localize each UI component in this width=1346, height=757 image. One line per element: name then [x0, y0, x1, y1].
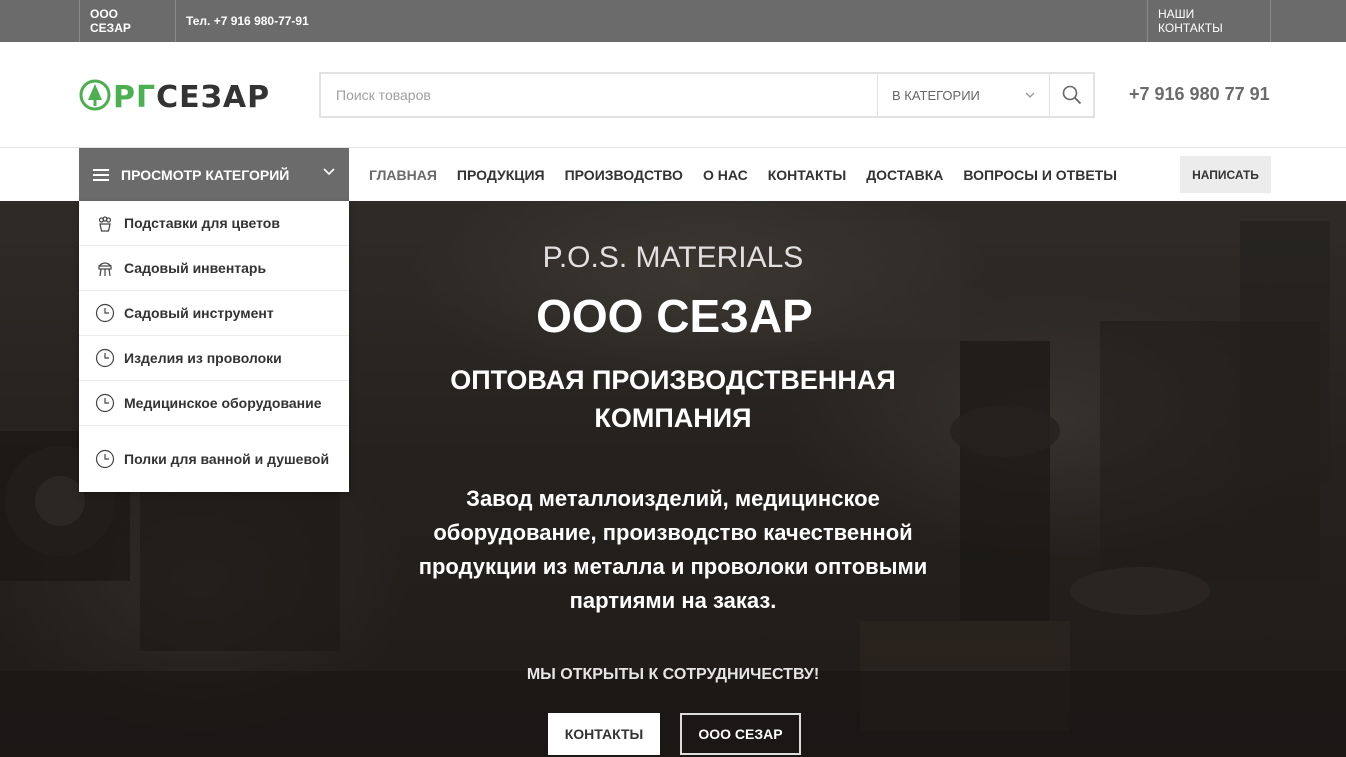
hero-description: Завод металлоизделий, медицинское оборуд… [0, 482, 1346, 618]
nav-item-products[interactable]: ПРОДУКЦИЯ [457, 167, 545, 183]
logo-image: РГСЕЗАР [79, 79, 270, 115]
hero-contacts-button[interactable]: КОНТАКТЫ [548, 713, 660, 755]
flower-pot-icon [98, 216, 112, 232]
top-bar: ООО СЕЗАР Тел. +7 916 980-77-91 НАШИ КОН… [0, 0, 1346, 42]
search-input[interactable] [321, 74, 877, 116]
clock-icon [95, 348, 115, 368]
category-item-label: Садовый инвентарь [124, 260, 267, 276]
search-bar: В КАТЕГОРИИ [319, 72, 1095, 118]
category-item-label: Медицинское оборудование [124, 395, 322, 411]
nav-item-about[interactable]: О НАС [703, 167, 748, 183]
main-nav: ПРОСМОТР КАТЕГОРИЙ ГЛАВНАЯ ПРОДУКЦИЯ ПРО… [0, 148, 1346, 201]
category-item-garden-tools[interactable]: Садовый инструмент [79, 291, 349, 336]
chevron-down-icon [1025, 92, 1035, 98]
garden-tools-icon [98, 262, 112, 277]
search-icon [1062, 85, 1081, 105]
hero-desc-line2: оборудование, производство качественной [433, 520, 913, 545]
nav-item-faq[interactable]: ВОПРОСЫ И ОТВЕТЫ [963, 167, 1117, 183]
category-item-label: Подставки для цветов [124, 215, 280, 231]
chevron-down-icon [323, 168, 335, 176]
write-button[interactable]: НАПИСАТЬ [1180, 156, 1271, 193]
category-item-bathroom-shelves[interactable]: Полки для ванной и душевой [79, 426, 349, 491]
nav-item-home[interactable]: ГЛАВНАЯ [369, 167, 437, 183]
category-item-label: Садовый инструмент [124, 305, 274, 321]
categories-dropdown: Подставки для цветов Садовый инвентарь С… [79, 201, 349, 492]
category-item-garden-inventory[interactable]: Садовый инвентарь [79, 246, 349, 291]
hero-company-button[interactable]: ООО СЕЗАР [680, 713, 801, 755]
hero-desc-line4: партиями на заказ. [569, 588, 777, 613]
category-item-flower-stands[interactable]: Подставки для цветов [79, 201, 349, 246]
header-phone[interactable]: +7 916 980 77 91 [1129, 84, 1270, 105]
clock-icon [95, 303, 115, 323]
category-select-label: В КАТЕГОРИИ [892, 87, 980, 103]
topbar-contacts-link[interactable]: НАШИ КОНТАКТЫ [1147, 0, 1271, 42]
header: РГСЕЗАР В КАТЕГОРИИ +7 916 980 77 91 [0, 42, 1346, 148]
logo[interactable]: РГСЕЗАР [79, 76, 299, 115]
nav-menu: ГЛАВНАЯ ПРОДУКЦИЯ ПРОИЗВОДСТВО О НАС КОН… [369, 148, 1137, 201]
category-item-label: Изделия из проволоки [124, 350, 282, 366]
topbar-company[interactable]: ООО СЕЗАР [79, 0, 176, 42]
category-item-wire-products[interactable]: Изделия из проволоки [79, 336, 349, 381]
search-button[interactable] [1049, 74, 1093, 116]
nav-item-contacts[interactable]: КОНТАКТЫ [768, 167, 846, 183]
menu-icon [93, 166, 109, 184]
hero-cooperation-text: МЫ ОТКРЫТЫ К СОТРУДНИЧЕСТВУ! [526, 666, 820, 683]
category-item-medical-equipment[interactable]: Медицинское оборудование [79, 381, 349, 426]
topbar-phone[interactable]: Тел. +7 916 980-77-91 [176, 0, 319, 42]
browse-categories-label: ПРОСМОТР КАТЕГОРИЙ [121, 166, 290, 183]
hero-desc-line3: продукции из металла и проволоки оптовым… [418, 554, 928, 579]
svg-text:РГСЕЗАР: РГСЕЗАР [113, 80, 270, 114]
browse-categories-button[interactable]: ПРОСМОТР КАТЕГОРИЙ [79, 148, 349, 201]
category-item-label: Полки для ванной и душевой [124, 450, 330, 467]
clock-icon [95, 449, 115, 468]
nav-item-production[interactable]: ПРОИЗВОДСТВО [565, 167, 683, 183]
category-select[interactable]: В КАТЕГОРИИ [877, 74, 1049, 116]
nav-item-delivery[interactable]: ДОСТАВКА [866, 167, 943, 183]
clock-icon [95, 393, 115, 413]
